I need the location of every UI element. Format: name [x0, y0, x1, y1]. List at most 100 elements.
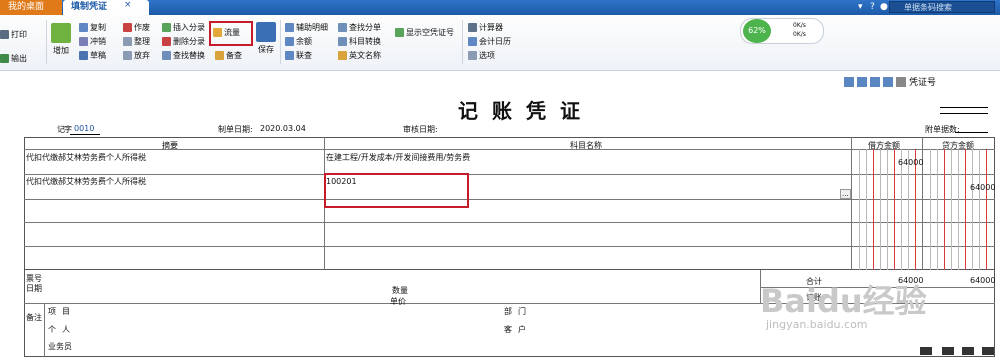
abandon-button[interactable]: 放弃: [123, 50, 150, 61]
last-icon[interactable]: [883, 76, 893, 87]
digit-line: [901, 149, 902, 270]
row-1-summary[interactable]: 代扣代缴郝艾林劳务费个人所得税: [26, 152, 146, 163]
subject-convert-button[interactable]: 科目转换: [338, 36, 381, 47]
row-2-summary[interactable]: 代扣代缴郝艾林劳务费个人所得税: [26, 176, 146, 187]
memo-button[interactable]: 备查: [215, 50, 242, 61]
digit-line: [944, 149, 945, 270]
english-name-button[interactable]: 英文名称: [338, 50, 381, 61]
digit-line: [930, 149, 931, 270]
printer-icon: [0, 30, 9, 39]
organize-button[interactable]: 整理: [123, 36, 150, 47]
row-1-debit[interactable]: 64000: [898, 158, 923, 167]
divider: [940, 107, 988, 108]
tab-voucher-entry[interactable]: 填制凭证: [63, 0, 149, 15]
salesman-label: 业务员: [48, 342, 72, 351]
draft-icon: [79, 51, 88, 60]
audit-date-label: 审核日期:: [403, 125, 438, 134]
voucher-date[interactable]: 2020.03.04: [260, 124, 306, 133]
english-name-icon: [338, 51, 347, 60]
save-icon: [256, 22, 276, 42]
void-icon: [123, 23, 132, 32]
column-header-summary: 摘要: [162, 141, 178, 150]
upload-speed: 0K/s: [793, 22, 806, 29]
add-button[interactable]: 增加: [50, 23, 72, 56]
balance-button[interactable]: 余额: [285, 36, 312, 47]
divider: [462, 20, 463, 64]
row-2-credit[interactable]: 64000: [970, 183, 995, 192]
options-button[interactable]: 选项: [468, 50, 495, 61]
calendar-button[interactable]: 会计日历: [468, 36, 511, 47]
delete-entry-button[interactable]: 删除分录: [162, 36, 205, 47]
divider: [955, 132, 988, 133]
draft-button[interactable]: 草稿: [79, 50, 106, 61]
digit-line: [894, 149, 895, 270]
help-icon[interactable]: ?: [870, 0, 875, 15]
department-label: 部门: [504, 307, 532, 316]
project-label: 项目: [48, 307, 76, 316]
memo-icon: [215, 51, 224, 60]
linked-query-button[interactable]: 联查: [285, 50, 312, 61]
copy-button[interactable]: 复制: [79, 22, 106, 33]
insert-entry-button[interactable]: 插入分录: [162, 22, 205, 33]
void-button[interactable]: 作废: [123, 22, 150, 33]
aux-detail-button[interactable]: 辅助明细: [285, 22, 328, 33]
row-1-subject[interactable]: 在建工程/开发成本/开发间接费用/劳务费: [326, 152, 470, 163]
find-entry-button[interactable]: 查找分单: [338, 22, 381, 33]
person-label: 个人: [48, 325, 76, 334]
status-icon: [920, 347, 932, 355]
column-header-credit: 贷方金额: [942, 141, 974, 150]
add-icon: [51, 23, 71, 43]
output-button[interactable]: 输出: [0, 53, 27, 64]
menu-dropdown-icon[interactable]: ▾: [858, 0, 863, 15]
tab-close-icon[interactable]: ×: [124, 0, 132, 10]
voucher-number[interactable]: 0010: [74, 124, 94, 133]
digit-line: [965, 149, 966, 270]
tab-bar: 我的桌面 填制凭证 × ▾ ? ● 单据条码搜索: [0, 0, 1000, 15]
digit-line: [979, 149, 980, 270]
balance-icon: [285, 37, 294, 46]
barcode-search-input[interactable]: 单据条码搜索: [889, 1, 995, 13]
show-void-number-button[interactable]: 显示空凭证号: [395, 27, 454, 38]
print-button[interactable]: 打印: [0, 29, 27, 40]
subject-reference-button[interactable]: ...: [840, 189, 851, 199]
memo-label: 备注: [26, 313, 42, 322]
cashflow-highlight: [209, 21, 253, 46]
search-icon[interactable]: [896, 76, 906, 87]
quantity-label: 数量: [392, 286, 408, 295]
voucher-navigation: 凭证号: [844, 75, 936, 88]
user-icon[interactable]: ●: [880, 0, 888, 15]
options-icon: [468, 51, 477, 60]
customer-label: 客户: [504, 325, 532, 334]
voucher-entries-table: [24, 137, 995, 270]
reverse-button[interactable]: 冲销: [79, 36, 106, 47]
total-credit: 64000: [970, 276, 996, 285]
aux-detail-icon: [285, 23, 294, 32]
previous-icon[interactable]: [857, 76, 867, 87]
digit-line: [887, 149, 888, 270]
next-icon[interactable]: [870, 76, 880, 87]
divider: [280, 20, 281, 64]
reverse-icon: [79, 37, 88, 46]
subject-convert-icon: [338, 37, 347, 46]
find-replace-button[interactable]: 查找替换: [162, 50, 205, 61]
divider: [940, 113, 988, 114]
download-speed: 0K/s: [793, 31, 806, 38]
status-icon: [962, 347, 974, 355]
status-icon: [942, 347, 954, 355]
calculator-button[interactable]: 计算器: [468, 22, 503, 33]
column-header-debit: 借方金额: [868, 141, 900, 150]
calendar-icon: [468, 37, 477, 46]
unit-price-label: 单价: [390, 297, 406, 306]
insert-icon: [162, 23, 171, 32]
tab-home[interactable]: 我的桌面: [0, 0, 62, 15]
divider: [24, 174, 995, 175]
voucher-number-label: 凭证号: [909, 78, 937, 88]
digit-line: [880, 149, 881, 270]
save-button[interactable]: 保存: [255, 22, 277, 55]
digit-line: [972, 149, 973, 270]
network-gauge: 62% 0K/s 0K/s: [740, 18, 824, 44]
find-entry-icon: [338, 23, 347, 32]
digit-line: [951, 149, 952, 270]
ticket-date-label: 日期: [26, 284, 42, 293]
first-icon[interactable]: [844, 76, 854, 87]
